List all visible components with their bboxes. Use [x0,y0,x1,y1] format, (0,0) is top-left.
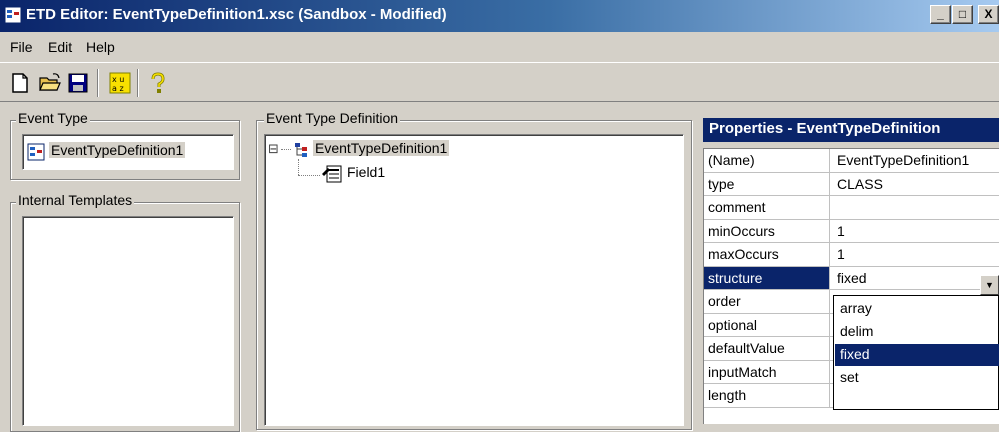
tree-line [298,159,299,175]
property-value[interactable]: fixed [832,267,999,290]
field-node-icon [322,165,342,183]
menu-file[interactable]: File [10,39,33,55]
property-value[interactable]: EventTypeDefinition1 [832,149,999,172]
new-document-icon[interactable] [8,71,32,95]
svg-text:a z: a z [112,84,124,93]
tree-line [298,175,320,176]
menu-bar: File Edit Help [0,34,999,60]
svg-text:x u: x u [112,75,124,84]
event-type-item[interactable]: EventTypeDefinition1 [49,142,186,158]
menu-help[interactable]: Help [86,39,115,55]
internal-templates-label: Internal Templates [16,192,135,208]
dropdown-option-fixed[interactable]: fixed [835,344,999,366]
property-row[interactable]: comment [704,196,999,220]
property-name: structure [704,266,830,289]
title-bar[interactable]: ETD Editor: EventTypeDefinition1.xsc (Sa… [0,0,999,32]
open-folder-icon[interactable] [38,71,62,95]
definition-tree[interactable]: ⊟ EventTypeDefinition1 Field1 [264,134,684,426]
help-question-icon[interactable] [146,71,170,95]
structure-dropdown-list[interactable]: array delim fixed set [833,295,999,410]
property-name: order [704,290,830,313]
event-type-label: Event Type [16,110,90,126]
property-value[interactable] [832,196,999,219]
internal-templates-list[interactable] [22,216,234,426]
minimize-button[interactable]: _ [930,5,951,24]
property-row[interactable]: minOccurs 1 [704,219,999,243]
property-name: comment [704,196,830,219]
property-value[interactable]: CLASS [832,173,999,196]
event-type-list[interactable]: EventTypeDefinition1 [22,134,234,170]
property-row[interactable]: (Name) EventTypeDefinition1 [704,149,999,173]
property-value[interactable]: 1 [832,243,999,266]
property-name: maxOccurs [704,243,830,266]
toolbar: x u a z [0,62,999,102]
tree-line [281,149,291,150]
properties-title: Properties - EventTypeDefinition [703,118,999,142]
tree-node-field[interactable]: Field1 [347,164,385,184]
property-name: minOccurs [704,219,830,242]
property-value[interactable]: 1 [832,220,999,243]
xu-converter-icon[interactable]: x u a z [108,71,132,95]
property-row[interactable]: maxOccurs 1 [704,243,999,267]
tree-node-root-label: EventTypeDefinition1 [313,140,450,156]
collapse-expander-icon[interactable]: ⊟ [268,141,279,157]
toolbar-separator [137,69,139,97]
property-name: length [704,384,830,407]
property-name: type [704,172,830,195]
menu-edit[interactable]: Edit [48,39,72,55]
tree-node-root[interactable]: EventTypeDefinition1 [313,140,450,160]
window-title: ETD Editor: EventTypeDefinition1.xsc (Sa… [26,6,447,23]
property-name: inputMatch [704,360,830,383]
property-name: (Name) [704,149,830,172]
dropdown-option-delim[interactable]: delim [835,321,999,343]
event-type-icon [27,143,45,161]
maximize-button[interactable]: □ [952,5,973,24]
property-row[interactable]: type CLASS [704,172,999,196]
dropdown-option-set[interactable]: set [835,367,999,389]
property-name: defaultValue [704,337,830,360]
class-node-icon [295,143,307,157]
structure-dropdown-button[interactable]: ▼ [980,275,999,295]
property-row[interactable]: structure fixed [704,266,999,290]
save-disk-icon[interactable] [66,71,90,95]
dropdown-option-array[interactable]: array [835,298,999,320]
property-name: optional [704,313,830,336]
close-button[interactable]: X [978,5,999,24]
app-icon [4,6,22,24]
toolbar-separator [97,69,99,97]
tree-node-field-label: Field1 [347,164,386,180]
definition-label: Event Type Definition [264,110,401,126]
